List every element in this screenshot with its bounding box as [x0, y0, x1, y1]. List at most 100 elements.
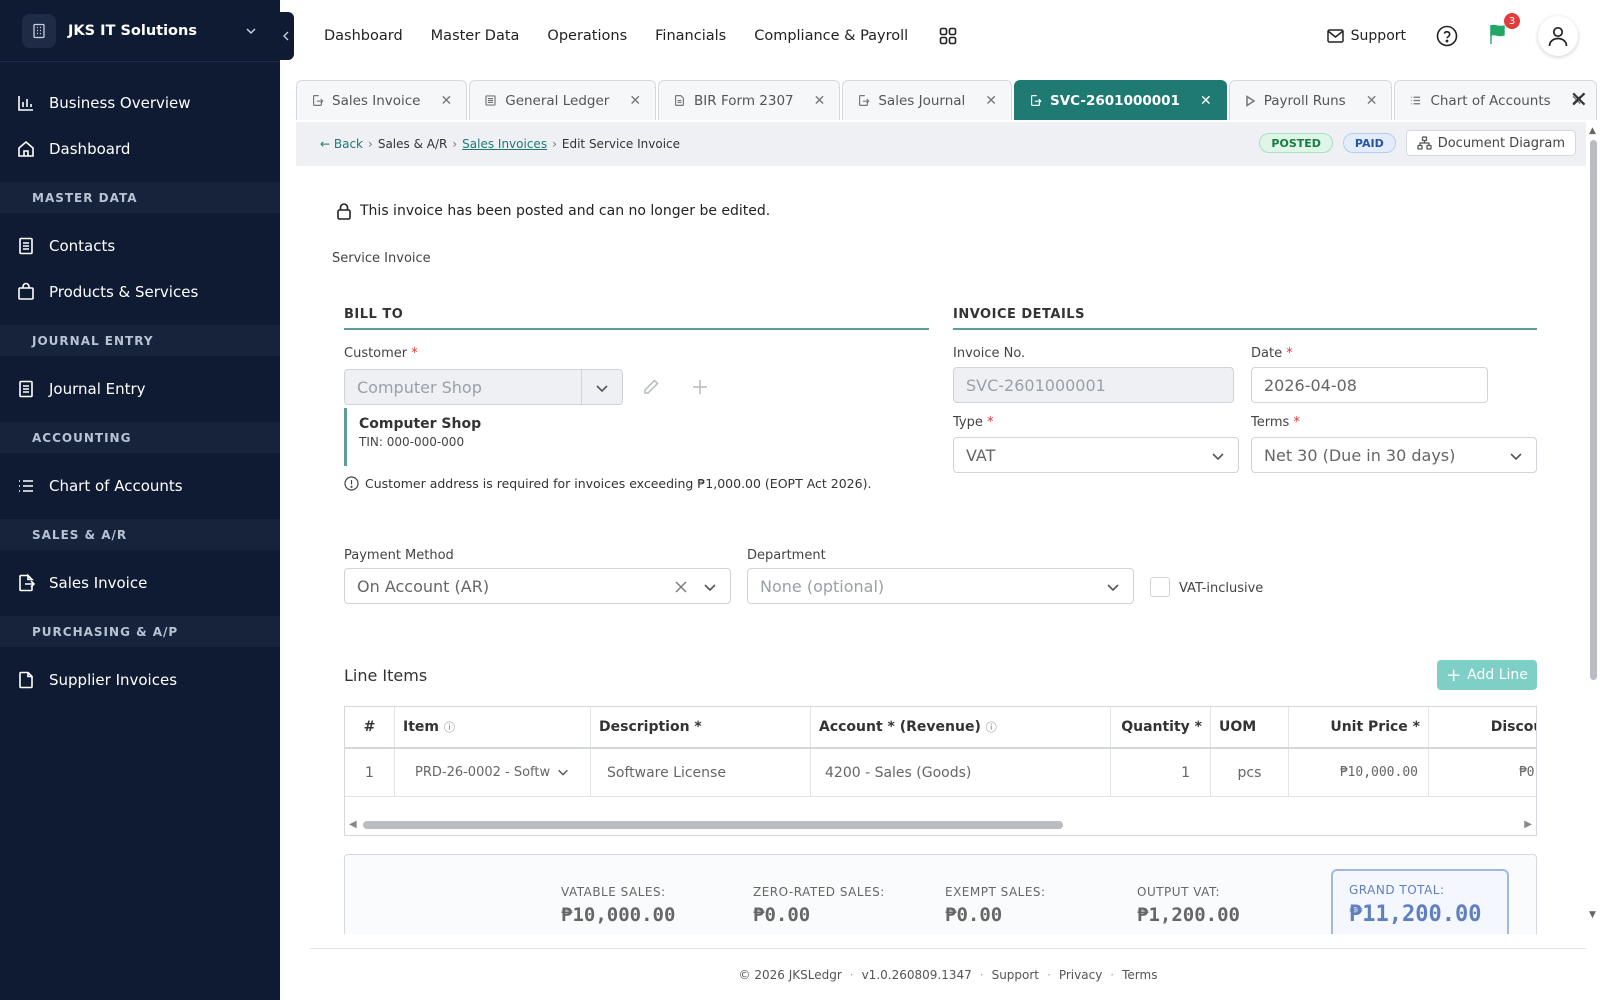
payment-method-select[interactable]: On Account (AR)	[344, 568, 731, 604]
payment-method-value: On Account (AR)	[357, 576, 490, 596]
building-icon	[22, 13, 56, 48]
row-item-select[interactable]: PRD-26-0002 - Software	[395, 749, 591, 796]
type-select[interactable]: VAT	[953, 437, 1239, 473]
tab-payroll-runs[interactable]: Payroll Runs ✕	[1228, 80, 1393, 120]
scroll-left-arrow[interactable]: ◀	[349, 819, 357, 830]
output-vat-label: OUTPUT VAT:	[1137, 885, 1220, 899]
column-header-item: Item ⓘ	[395, 707, 591, 747]
top-nav-compliance-payroll[interactable]: Compliance & Payroll	[754, 28, 908, 44]
sidebar: JKS IT Solutions Business Overview Dashb…	[0, 0, 280, 1000]
vatable-sales-value: ₱10,000.00	[561, 904, 676, 926]
sidebar-section-accounting: ACCOUNTING	[0, 422, 280, 453]
notification-count-badge: 3	[1504, 13, 1520, 29]
close-icon[interactable]: ✕	[1366, 93, 1378, 109]
department-select[interactable]: None (optional)	[747, 568, 1134, 604]
top-nav-operations[interactable]: Operations	[547, 28, 627, 44]
invoice-details-heading: INVOICE DETAILS	[953, 307, 1537, 330]
required-marker: *	[411, 346, 418, 361]
close-icon[interactable]: ✕	[814, 93, 826, 109]
output-vat: OUTPUT VAT: ₱1,200.00	[1137, 885, 1240, 926]
row-uom-input[interactable]: pcs	[1211, 749, 1289, 796]
footer-terms-link[interactable]: Terms	[1122, 968, 1157, 982]
customer-select[interactable]: Computer Shop	[344, 369, 623, 405]
top-nav-dashboard[interactable]: Dashboard	[324, 28, 403, 44]
org-switcher[interactable]: JKS IT Solutions	[0, 0, 280, 62]
journal-icon	[19, 380, 33, 398]
tab-sales-invoice[interactable]: Sales Invoice ✕	[296, 80, 468, 120]
vat-inclusive-checkbox[interactable]	[1150, 577, 1170, 597]
document-tabs: Sales Invoice ✕ General Ledger ✕ BIR For…	[296, 80, 1600, 122]
breadcrumb-sales-invoices-link[interactable]: Sales Invoices	[462, 137, 547, 151]
row-discount-input[interactable]: ₱0.00	[1429, 749, 1536, 796]
tab-bir-form-2307[interactable]: BIR Form 2307 ✕	[658, 80, 841, 120]
horizontal-scrollbar[interactable]	[363, 821, 1063, 829]
notifications-button[interactable]: 3	[1488, 13, 1520, 49]
top-nav-financials[interactable]: Financials	[655, 28, 726, 44]
apps-grid-icon[interactable]	[938, 26, 958, 46]
sidebar-item-dashboard[interactable]: Dashboard	[0, 126, 280, 172]
scroll-right-arrow[interactable]: ▶	[1524, 819, 1532, 830]
sidebar-item-products-services[interactable]: Products & Services	[0, 269, 280, 315]
footer-privacy-link[interactable]: Privacy	[1059, 968, 1102, 982]
grand-total: GRAND TOTAL: ₱11,200.00	[1331, 869, 1509, 934]
user-avatar[interactable]	[1538, 16, 1578, 56]
clear-icon[interactable]	[674, 580, 688, 594]
close-icon[interactable]: ✕	[629, 93, 641, 109]
sidebar-item-chart-of-accounts[interactable]: Chart of Accounts	[0, 463, 280, 509]
info-circle-icon	[344, 476, 359, 491]
tab-general-ledger[interactable]: General Ledger ✕	[469, 80, 657, 120]
vat-inclusive-label: VAT-inclusive	[1179, 581, 1264, 596]
sidebar-item-contacts[interactable]: Contacts	[0, 223, 280, 269]
sidebar-item-sales-invoice[interactable]: Sales Invoice	[0, 560, 280, 606]
invoice-export-icon	[313, 95, 324, 106]
footer-copyright: © 2026 JKSLedgr	[738, 967, 842, 982]
row-account-select[interactable]: 4200 - Sales (Goods)	[811, 749, 1111, 796]
invoice-export-icon	[1031, 95, 1042, 106]
row-description-input[interactable]: Software License	[591, 749, 811, 796]
close-icon[interactable]: ✕	[441, 93, 453, 109]
invoice-form: This invoice has been posted and can no …	[296, 166, 1586, 934]
scroll-up-arrow[interactable]: ▲	[1589, 126, 1596, 136]
tab-svc-2601000001[interactable]: SVC-2601000001 ✕	[1014, 80, 1227, 120]
help-icon[interactable]	[1436, 25, 1458, 47]
info-icon: ⓘ	[985, 721, 997, 734]
close-icon[interactable]: ✕	[985, 93, 997, 109]
zero-rated-sales: ZERO-RATED SALES: ₱0.00	[753, 885, 885, 926]
add-customer-icon[interactable]	[691, 378, 709, 396]
sidebar-collapse-button[interactable]	[278, 12, 294, 60]
chevron-down-icon	[1212, 453, 1224, 461]
vertical-scrollbar[interactable]	[1590, 140, 1597, 680]
row-quantity-input[interactable]: 1	[1111, 749, 1211, 796]
row-unit-price-input[interactable]: ₱10,000.00	[1289, 749, 1429, 796]
scroll-down-arrow[interactable]: ▼	[1589, 910, 1596, 920]
top-nav: Dashboard Master Data Operations Financi…	[324, 26, 958, 46]
edit-pencil-icon[interactable]	[642, 378, 660, 396]
table-header: # Item ⓘ Description * Account * (Revenu…	[345, 707, 1536, 749]
output-vat-value: ₱1,200.00	[1137, 904, 1240, 926]
back-link[interactable]: ← Back	[320, 137, 363, 151]
footer-support-link[interactable]: Support	[992, 968, 1039, 982]
sidebar-item-supplier-invoices[interactable]: Supplier Invoices	[0, 657, 280, 703]
invoice-no-field[interactable]: SVC-2601000001	[953, 367, 1234, 403]
chevron-down-icon	[1510, 453, 1522, 461]
document-diagram-button[interactable]: Document Diagram	[1405, 130, 1576, 156]
add-line-button[interactable]: + Add Line	[1437, 660, 1537, 690]
customer-card-name: Computer Shop	[359, 416, 482, 432]
file-text-icon	[675, 95, 685, 106]
close-icon[interactable]: ✕	[1200, 93, 1212, 109]
tab-label: SVC-2601000001	[1050, 92, 1180, 109]
support-link[interactable]: Support	[1326, 28, 1406, 44]
sidebar-item-journal-entry[interactable]: Journal Entry	[0, 366, 280, 412]
top-nav-master-data[interactable]: Master Data	[431, 28, 520, 44]
breadcrumb-separator: ›	[452, 137, 458, 151]
tab-chart-of-accounts[interactable]: Chart of Accounts ✕	[1394, 80, 1598, 120]
file-icon	[19, 671, 33, 689]
terms-select[interactable]: Net 30 (Due in 30 days)	[1251, 437, 1537, 473]
date-field[interactable]: 2026-04-08	[1251, 367, 1488, 403]
sidebar-item-business-overview[interactable]: Business Overview	[0, 80, 280, 126]
customer-card: Computer Shop TIN: 000-000-000	[344, 408, 594, 466]
close-all-tabs-icon[interactable]: ✕	[1570, 88, 1588, 113]
chevron-down-icon	[704, 584, 716, 592]
tab-sales-journal[interactable]: Sales Journal ✕	[842, 80, 1013, 120]
chevron-down-icon	[558, 769, 568, 776]
